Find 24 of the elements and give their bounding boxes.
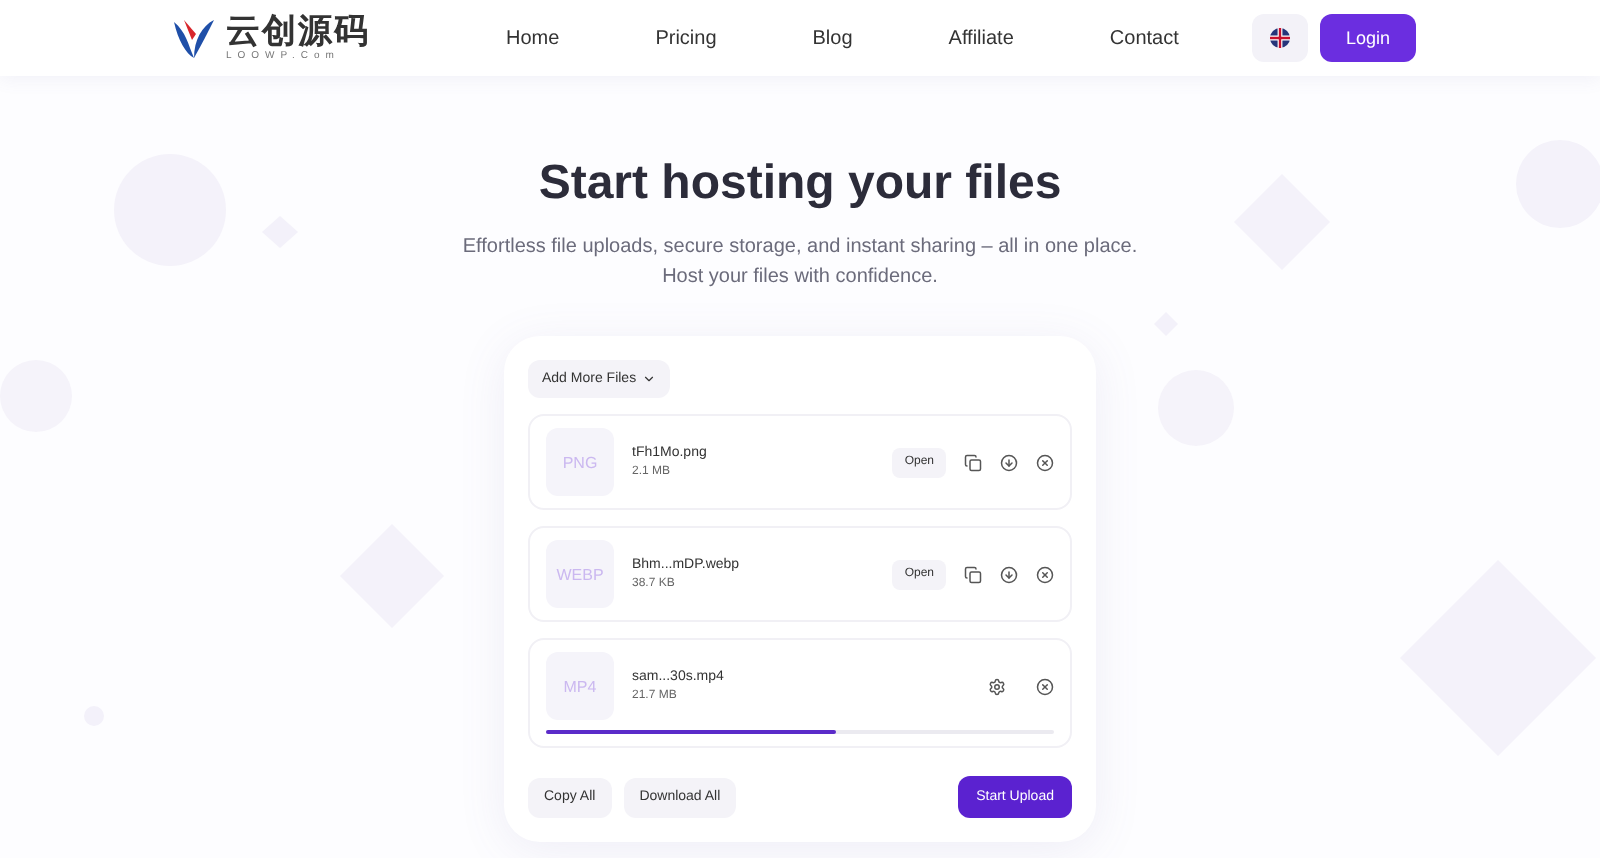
nav-link[interactable]: Blog: [812, 27, 853, 49]
chevron-icon: [642, 372, 657, 386]
language-button[interactable]: [1251, 14, 1308, 62]
hero-subtitle: Effortless file uploads, secure storage, and instant sharing – all in one place. Host your files with confidence.: [460, 234, 1140, 292]
close-icon[interactable]: [1036, 677, 1054, 695]
download-icon[interactable]: [1000, 453, 1018, 471]
flag-icon: [1269, 28, 1290, 48]
nav-link[interactable]: Contact: [1109, 27, 1179, 49]
close-icon[interactable]: [1036, 453, 1054, 471]
logo-name: 云创源码: [226, 14, 370, 50]
copy-icon[interactable]: [964, 565, 982, 583]
nav-link[interactable]: Affiliate: [948, 27, 1014, 49]
file-type-thumbnail: WEBP: [546, 540, 614, 608]
copy-icon[interactable]: [964, 453, 982, 471]
settings-icon[interactable]: [988, 677, 1006, 695]
file-type-thumbnail: PNG: [546, 428, 614, 496]
download-icon[interactable]: [1000, 565, 1018, 583]
hero-title: Start hosting your files: [538, 156, 1062, 212]
logo-icon: [170, 16, 218, 60]
file-type-thumbnail: MP4: [546, 652, 614, 720]
nav-link[interactable]: Home: [506, 27, 560, 49]
login-button[interactable]: Login: [1319, 14, 1416, 62]
nav-link[interactable]: Pricing: [655, 27, 717, 49]
close-icon[interactable]: [1036, 565, 1054, 583]
